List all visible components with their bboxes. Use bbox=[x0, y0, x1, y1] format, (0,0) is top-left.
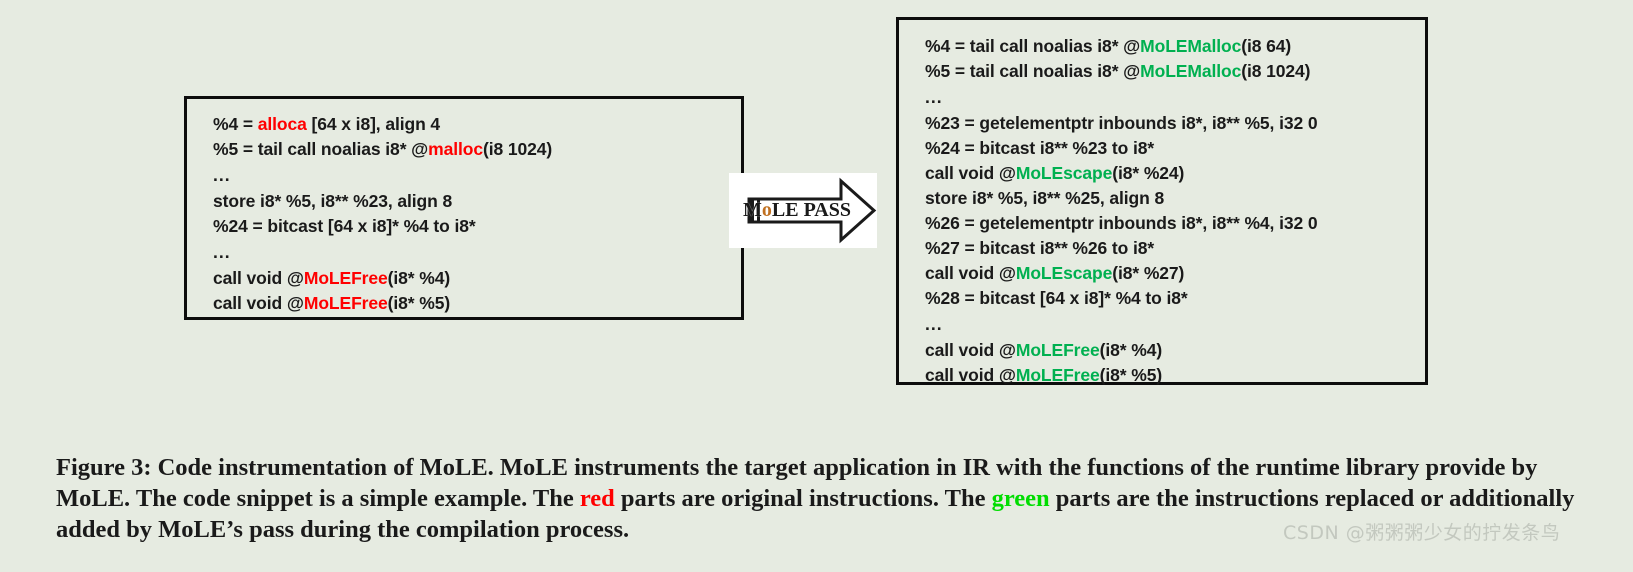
code-segment: store i8* %5, i8** %25, align 8 bbox=[925, 188, 1165, 208]
code-segment: (i8* %24) bbox=[1112, 163, 1185, 183]
code-ellipsis: ... bbox=[213, 239, 741, 266]
caption-segment: green bbox=[991, 485, 1050, 512]
code-segment: call void @ bbox=[925, 340, 1016, 360]
code-segment: %23 = getelementptr inbounds i8*, i8** %… bbox=[925, 113, 1318, 133]
instrumented-code-list: %4 = tail call noalias i8* @MoLEMalloc(i… bbox=[899, 20, 1425, 388]
code-segment: store i8* %5, i8** %23, align 8 bbox=[213, 191, 453, 211]
code-segment: %27 = bitcast i8** %26 to i8* bbox=[925, 238, 1155, 258]
code-line: call void @MoLEFree(i8* %5) bbox=[213, 291, 741, 316]
code-segment: (i8* %27) bbox=[1112, 263, 1185, 283]
csdn-watermark: CSDN @粥粥粥少女的拧发条鸟 bbox=[1283, 522, 1561, 544]
code-segment: ... bbox=[213, 242, 231, 262]
code-line: %23 = getelementptr inbounds i8*, i8** %… bbox=[925, 111, 1425, 136]
code-line: store i8* %5, i8** %23, align 8 bbox=[213, 189, 741, 214]
code-segment: %28 = bitcast [64 x i8]* %4 to i8* bbox=[925, 288, 1188, 308]
code-segment: [64 x i8], align 4 bbox=[306, 114, 441, 134]
code-segment: MoLEMalloc bbox=[1140, 61, 1242, 81]
code-line: %4 = tail call noalias i8* @MoLEMalloc(i… bbox=[925, 34, 1425, 59]
code-segment: %5 = tail call noalias i8* @ bbox=[213, 139, 429, 159]
code-segment: (i8 1024) bbox=[1241, 61, 1311, 81]
code-line: %24 = bitcast [64 x i8]* %4 to i8* bbox=[213, 214, 741, 239]
arrow-shape-icon bbox=[747, 177, 877, 244]
code-line: call void @MoLEFree(i8* %4) bbox=[925, 338, 1425, 363]
code-line: %27 = bitcast i8** %26 to i8* bbox=[925, 236, 1425, 261]
code-segment: %4 = bbox=[213, 114, 258, 134]
code-line: %5 = tail call noalias i8* @MoLEMalloc(i… bbox=[925, 59, 1425, 84]
code-segment: (i8* %5) bbox=[1099, 365, 1163, 385]
code-segment: call void @ bbox=[925, 163, 1016, 183]
instrumented-code-box: %4 = tail call noalias i8* @MoLEMalloc(i… bbox=[896, 17, 1428, 385]
code-line: call void @MoLEscape(i8* %24) bbox=[925, 161, 1425, 186]
code-segment: ... bbox=[925, 314, 943, 334]
code-line: store i8* %5, i8** %25, align 8 bbox=[925, 186, 1425, 211]
code-segment: MoLEFree bbox=[1015, 340, 1100, 360]
code-segment: %24 = bitcast i8** %23 to i8* bbox=[925, 138, 1155, 158]
code-segment: MoLEscape bbox=[1015, 263, 1113, 283]
code-segment: malloc bbox=[428, 139, 483, 159]
original-code-box: %4 = alloca [64 x i8], align 4 %5 = tail … bbox=[184, 96, 744, 320]
code-line: %5 = tail call noalias i8* @malloc(i8 10… bbox=[213, 137, 741, 162]
code-segment: (i8* %4) bbox=[1099, 340, 1163, 360]
code-segment: %26 = getelementptr inbounds i8*, i8** %… bbox=[925, 213, 1318, 233]
caption-segment: parts are original instructions. The bbox=[614, 485, 992, 512]
code-segment: call void @ bbox=[213, 293, 304, 313]
code-segment: (i8 1024) bbox=[482, 139, 553, 159]
code-segment: alloca bbox=[257, 114, 307, 134]
code-segment: MoLEFree bbox=[1015, 365, 1100, 385]
figure-root: %4 = alloca [64 x i8], align 4 %5 = tail … bbox=[0, 0, 1633, 572]
code-line: call void @MoLEFree(i8* %5) bbox=[925, 363, 1425, 388]
mole-pass-arrow: Mo LE PASS bbox=[729, 173, 877, 248]
code-segment: MoLEFree bbox=[303, 293, 388, 313]
code-ellipsis: ... bbox=[213, 162, 741, 189]
original-code-list: %4 = alloca [64 x i8], align 4 %5 = tail … bbox=[187, 99, 741, 316]
code-segment: %4 = tail call noalias i8* @ bbox=[925, 36, 1141, 56]
code-ellipsis: ... bbox=[925, 84, 1425, 111]
code-segment: %5 = tail call noalias i8* @ bbox=[925, 61, 1141, 81]
code-line: call void @MoLEFree(i8* %4) bbox=[213, 266, 741, 291]
code-segment: MoLEscape bbox=[1015, 163, 1113, 183]
code-segment: (i8 64) bbox=[1241, 36, 1292, 56]
code-ellipsis: ... bbox=[925, 311, 1425, 338]
code-segment: call void @ bbox=[925, 365, 1016, 385]
code-segment: ... bbox=[925, 87, 943, 107]
code-segment: (i8* %4) bbox=[387, 268, 451, 288]
code-segment: MoLEFree bbox=[303, 268, 388, 288]
code-segment: call void @ bbox=[925, 263, 1016, 283]
code-line: call void @MoLEscape(i8* %27) bbox=[925, 261, 1425, 286]
code-segment: ... bbox=[213, 165, 231, 185]
code-segment: MoLEMalloc bbox=[1140, 36, 1242, 56]
code-segment: call void @ bbox=[213, 268, 304, 288]
caption-segment: red bbox=[579, 485, 615, 512]
code-segment: (i8* %5) bbox=[387, 293, 451, 313]
code-line: %24 = bitcast i8** %23 to i8* bbox=[925, 136, 1425, 161]
code-line: %26 = getelementptr inbounds i8*, i8** %… bbox=[925, 211, 1425, 236]
code-line: %4 = alloca [64 x i8], align 4 bbox=[213, 112, 741, 137]
code-segment: %24 = bitcast [64 x i8]* %4 to i8* bbox=[213, 216, 476, 236]
code-line: %28 = bitcast [64 x i8]* %4 to i8* bbox=[925, 286, 1425, 311]
